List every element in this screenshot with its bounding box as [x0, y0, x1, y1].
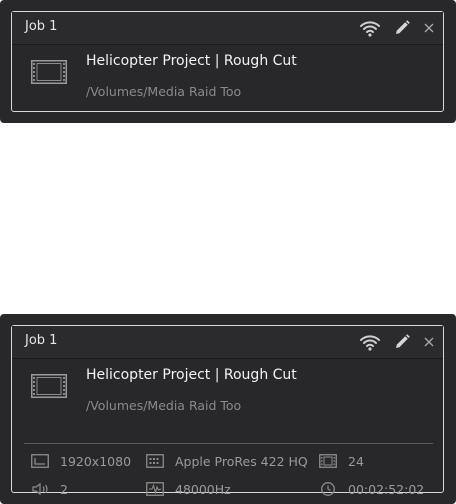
sample-rate-icon [145, 482, 165, 496]
audio-channels-value: 2 [60, 481, 68, 497]
close-icon[interactable] [423, 336, 435, 348]
film-clip-icon [31, 60, 67, 88]
job-header: Job 1 [12, 326, 443, 359]
job-card[interactable]: Job 1 Helicopter Project | Rough Cut /Vo… [11, 11, 444, 112]
details-row-video: 1920x1080 Apple ProRes 422 HQ 24 [12, 451, 443, 471]
resolution-icon [30, 454, 50, 468]
job-card[interactable]: Job 1 Helicopter Project | Rough Cut /Vo… [11, 325, 444, 497]
job-title: Job 1 [25, 333, 58, 348]
resolution-value: 1920x1080 [60, 453, 132, 469]
codec-icon [145, 454, 165, 468]
render-queue-panel-compact: Job 1 Helicopter Project | Rough Cut /Vo… [0, 0, 456, 123]
job-header: Job 1 [12, 12, 443, 45]
job-name: Helicopter Project | Rough Cut [86, 53, 297, 69]
render-queue-panel-expanded: Job 1 Helicopter Project | Rough Cut /Vo… [0, 314, 456, 504]
frame-rate-icon [318, 454, 338, 468]
wifi-remote-icon[interactable] [359, 19, 381, 37]
duration-detail: 00:02:52:02 [318, 479, 424, 499]
film-clip-icon [31, 374, 67, 402]
pencil-edit-icon[interactable] [393, 19, 411, 37]
pencil-edit-icon[interactable] [393, 333, 411, 351]
details-row-audio: 2 48000Hz 00:02:52:02 [12, 479, 443, 499]
audio-channels-detail: 2 [30, 479, 68, 499]
job-header-actions [359, 331, 435, 353]
audio-channels-icon [30, 482, 50, 496]
job-path: /Volumes/Media Raid Too [86, 84, 242, 99]
sample-rate-detail: 48000Hz [145, 479, 231, 499]
frame-rate-value: 24 [348, 453, 364, 469]
duration-value: 00:02:52:02 [348, 481, 425, 497]
close-icon[interactable] [423, 22, 435, 34]
job-name: Helicopter Project | Rough Cut [86, 367, 297, 383]
job-header-actions [359, 17, 435, 39]
frame-rate-detail: 24 [318, 451, 364, 471]
job-title: Job 1 [25, 19, 58, 34]
duration-clock-icon [318, 481, 338, 497]
details-divider [24, 443, 433, 444]
job-path: /Volumes/Media Raid Too [86, 398, 242, 413]
wifi-remote-icon[interactable] [359, 333, 381, 351]
codec-value: Apple ProRes 422 HQ [175, 453, 308, 469]
resolution-detail: 1920x1080 [30, 451, 131, 471]
sample-rate-value: 48000Hz [175, 481, 231, 497]
codec-detail: Apple ProRes 422 HQ [145, 451, 308, 471]
